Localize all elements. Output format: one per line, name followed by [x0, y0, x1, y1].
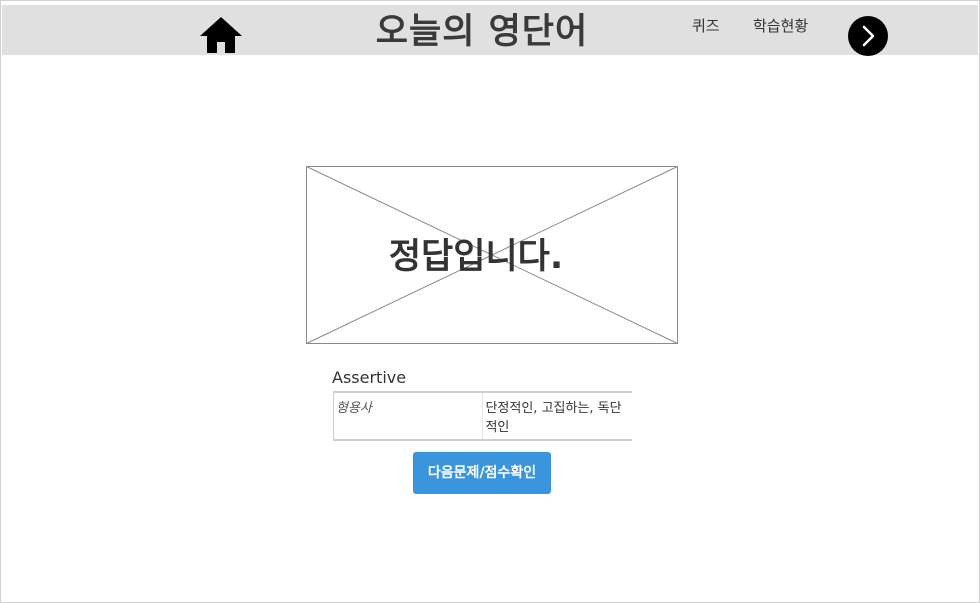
definition-table: 형용사 단정적인, 고집하는, 독단적인: [333, 391, 632, 441]
word-meaning: 단정적인, 고집하는, 독단적인: [485, 401, 622, 435]
next-question-button[interactable]: 다음문제/점수확인: [413, 452, 551, 494]
header-bar: 오늘의 영단어 퀴즈 학습현황: [2, 5, 978, 56]
home-icon[interactable]: [198, 15, 244, 55]
result-message: 정답입니다.: [388, 237, 564, 277]
chevron-right-icon: [862, 25, 875, 47]
table-row: 형용사 단정적인, 고집하는, 독단적인: [333, 392, 633, 440]
part-of-speech: 형용사: [333, 392, 484, 440]
word-term: Assertive: [332, 368, 407, 387]
next-arrow-button[interactable]: [848, 16, 888, 56]
app-window: 오늘의 영단어 퀴즈 학습현황 정답입니다. Assertive 형용사 단정적…: [0, 0, 980, 603]
nav-progress-link[interactable]: 학습현황: [753, 15, 808, 36]
page-title: 오늘의 영단어: [375, 12, 589, 52]
nav-quiz-link[interactable]: 퀴즈: [692, 15, 720, 36]
